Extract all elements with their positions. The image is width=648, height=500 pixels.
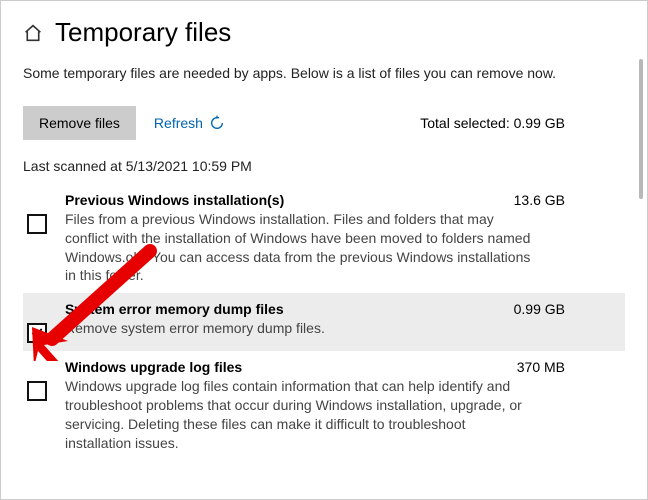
total-selected: Total selected: 0.99 GB	[420, 115, 565, 131]
item-title: System error memory dump files	[65, 301, 284, 317]
item-title: Previous Windows installation(s)	[65, 192, 284, 208]
item-size: 370 MB	[517, 359, 565, 375]
file-list: Previous Windows installation(s) 13.6 GB…	[23, 184, 625, 461]
refresh-link[interactable]: Refresh	[154, 115, 225, 131]
refresh-label: Refresh	[154, 115, 203, 131]
last-scanned: Last scanned at 5/13/2021 10:59 PM	[23, 158, 625, 174]
list-item[interactable]: System error memory dump files 0.99 GB R…	[23, 293, 625, 351]
list-item[interactable]: Previous Windows installation(s) 13.6 GB…	[23, 184, 625, 294]
item-size: 13.6 GB	[514, 192, 565, 208]
checkbox[interactable]	[27, 323, 47, 343]
item-title: Windows upgrade log files	[65, 359, 242, 375]
page-title: Temporary files	[55, 17, 231, 48]
remove-files-button[interactable]: Remove files	[23, 106, 136, 140]
list-item[interactable]: Windows upgrade log files 370 MB Windows…	[23, 351, 625, 461]
item-desc: Windows upgrade log files contain inform…	[65, 377, 535, 453]
scrollbar[interactable]	[639, 59, 643, 199]
item-desc: Files from a previous Windows installati…	[65, 210, 535, 286]
checkbox[interactable]	[27, 381, 47, 401]
item-size: 0.99 GB	[514, 301, 565, 317]
refresh-icon	[209, 115, 225, 131]
checkbox[interactable]	[27, 214, 47, 234]
intro-text: Some temporary files are needed by apps.…	[23, 64, 583, 84]
item-desc: Remove system error memory dump files.	[65, 319, 535, 338]
home-icon[interactable]	[23, 24, 43, 42]
